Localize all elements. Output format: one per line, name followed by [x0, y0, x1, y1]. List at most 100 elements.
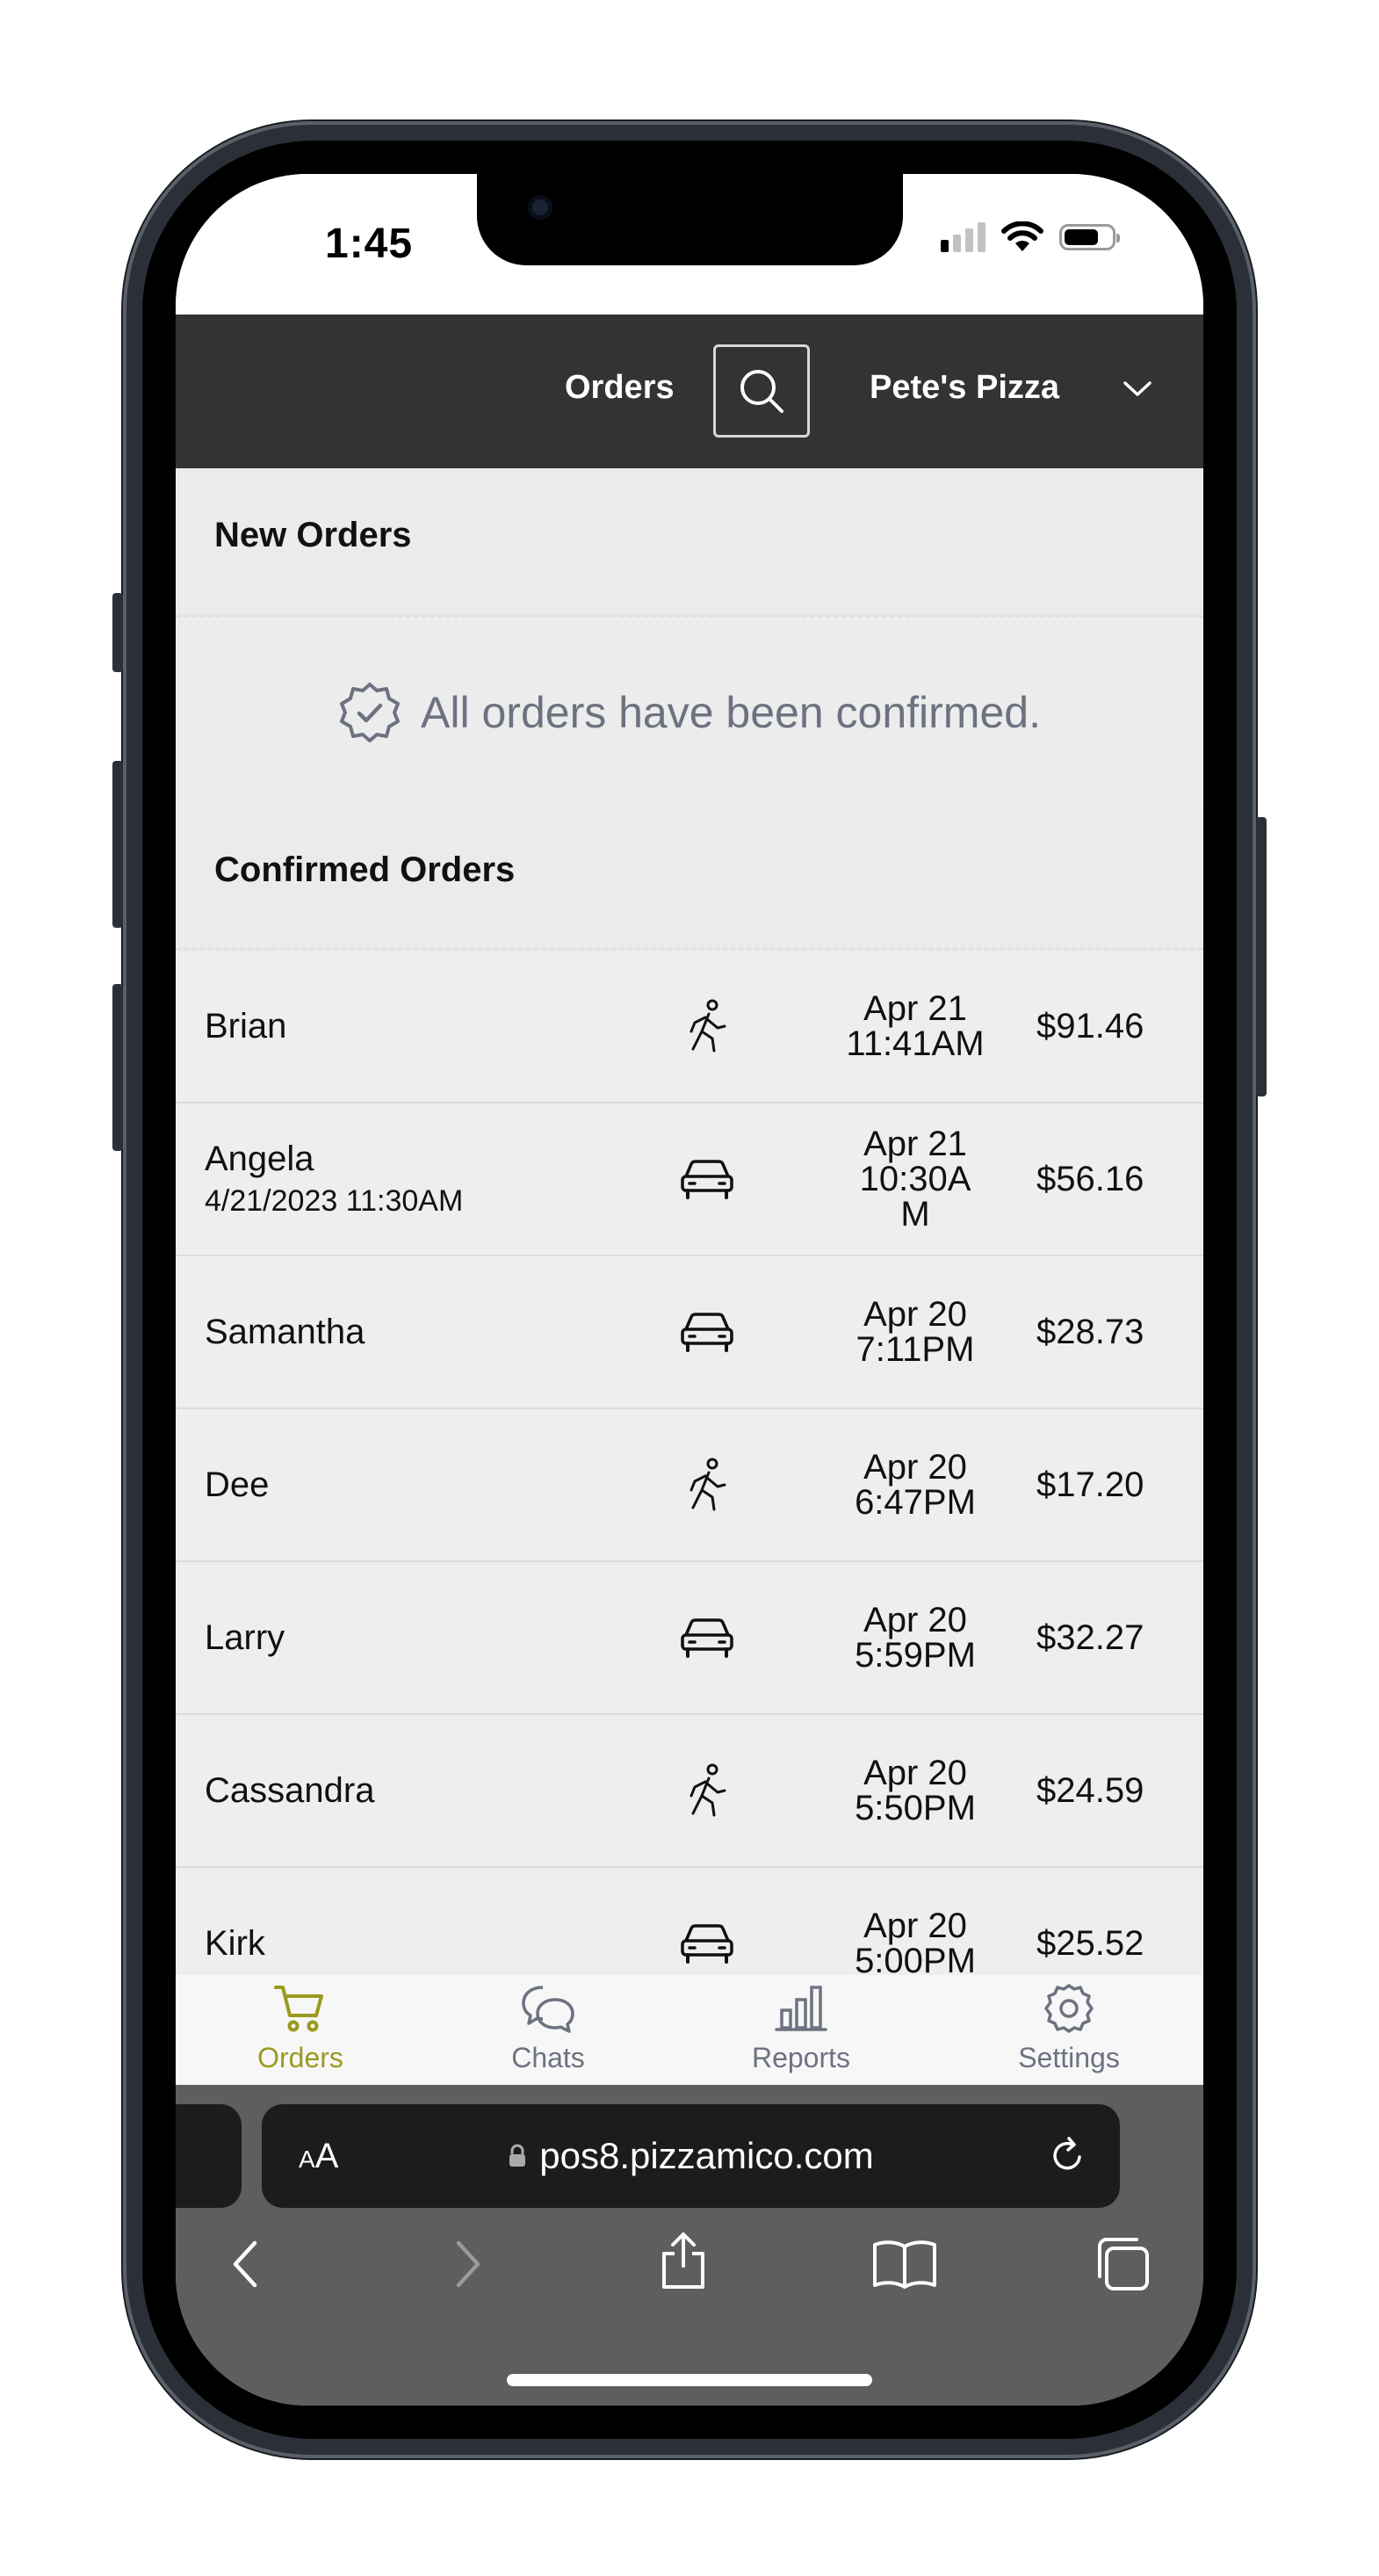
order-total: $91.46 — [1036, 1006, 1144, 1046]
bar-chart-icon — [775, 1986, 827, 2031]
new-orders-empty-state: All orders have been confirmed. — [176, 618, 1203, 807]
order-datetime: Apr 20 5:59PM — [836, 1562, 994, 1713]
order-customer: Angela 4/21/2023 11:30AM — [205, 1103, 463, 1255]
order-type — [672, 951, 742, 1102]
order-time: 6:47PM — [855, 1483, 976, 1522]
confirmed-orders-header: Confirmed Orders — [176, 807, 1203, 951]
cellular-signal-icon — [941, 222, 986, 252]
order-datetime: Apr 21 11:41AM — [836, 951, 994, 1102]
order-customer: Larry — [205, 1562, 285, 1713]
order-date: Apr 20 — [863, 1448, 967, 1487]
lock-icon — [509, 2144, 526, 2167]
car-icon — [681, 1618, 733, 1658]
order-datetime: Apr 20 5:50PM — [836, 1715, 994, 1866]
order-time: 5:59PM — [855, 1636, 976, 1675]
order-time: 10:30AM — [859, 1160, 971, 1234]
customer-name: Angela — [205, 1140, 314, 1178]
customer-name: Dee — [205, 1465, 270, 1504]
car-icon — [681, 1160, 733, 1199]
tab-chats[interactable]: Chats — [460, 1982, 636, 2074]
search-button[interactable] — [713, 344, 810, 438]
order-total: $56.16 — [1036, 1159, 1144, 1198]
order-type — [672, 1409, 742, 1560]
empty-state-message: All orders have been confirmed. — [421, 687, 1041, 737]
bottom-tab-bar: Orders Chats Reports Settings — [176, 1975, 1203, 2085]
order-type — [672, 1562, 742, 1713]
page-title: Orders — [565, 369, 675, 406]
order-total: $32.27 — [1036, 1617, 1144, 1657]
chevron-down-icon[interactable] — [1123, 378, 1152, 399]
tab-settings[interactable]: Settings — [981, 1982, 1157, 2074]
order-row[interactable]: Dee Apr 20 6:47PM $17.20 — [176, 1409, 1203, 1562]
customer-name: Brian — [205, 1006, 287, 1046]
forward-icon[interactable] — [450, 2236, 485, 2292]
new-orders-header: New Orders — [176, 468, 1203, 618]
confirmed-orders-title: Confirmed Orders — [214, 850, 516, 889]
url-display: pos8.pizzamico.com — [262, 2135, 1120, 2177]
order-row[interactable]: Cassandra Apr 20 5:50PM $24.59 — [176, 1715, 1203, 1868]
wifi-icon — [1001, 221, 1043, 251]
order-time: 5:50PM — [855, 1789, 976, 1827]
cart-icon — [274, 1986, 323, 2032]
order-type — [672, 1103, 742, 1255]
tab-reports[interactable]: Reports — [713, 1982, 889, 2074]
dynamic-island — [477, 174, 903, 265]
previous-tab-preview[interactable] — [176, 2104, 242, 2208]
chat-bubbles-icon — [522, 1986, 574, 2033]
order-customer: Cassandra — [205, 1715, 374, 1866]
gear-icon — [1044, 1984, 1094, 2033]
tab-label: Settings — [1018, 2042, 1120, 2073]
car-icon — [681, 1313, 733, 1352]
order-date: Apr 20 — [863, 1907, 967, 1945]
app-header: Orders Pete's Pizza — [176, 315, 1203, 468]
order-row[interactable]: Samantha Apr 20 7:11PM $28.73 — [176, 1256, 1203, 1409]
customer-name: Larry — [205, 1617, 285, 1657]
order-row[interactable]: Brian Apr 21 11:41AM $91.46 — [176, 951, 1203, 1103]
power-button — [1256, 817, 1267, 1096]
battery-icon — [1059, 224, 1120, 250]
order-datetime: Apr 20 7:11PM — [836, 1256, 994, 1407]
url-text: pos8.pizzamico.com — [539, 2135, 874, 2176]
reload-icon[interactable] — [1046, 2134, 1088, 2176]
bookmarks-icon[interactable] — [870, 2236, 940, 2292]
customer-name: Samantha — [205, 1312, 365, 1351]
order-time: 7:11PM — [856, 1330, 975, 1369]
customer-name: Kirk — [205, 1923, 265, 1963]
home-indicator — [507, 2374, 872, 2386]
status-time: 1:45 — [325, 221, 414, 267]
back-icon[interactable] — [228, 2236, 264, 2292]
status-bar: 1:45 — [176, 174, 1203, 315]
search-icon — [740, 370, 783, 413]
order-date: Apr 20 — [863, 1754, 967, 1792]
confirmed-orders-list: Brian Apr 21 11:41AM $91.46 Angela 4/21/2… — [176, 951, 1203, 2021]
order-datetime: Apr 21 10:30AM — [836, 1103, 994, 1255]
order-date: Apr 20 — [863, 1601, 967, 1639]
tabs-icon[interactable] — [1093, 2234, 1152, 2294]
address-bar[interactable]: AA pos8.pizzamico.com — [262, 2104, 1120, 2208]
order-date: Apr 20 — [863, 1295, 967, 1334]
tab-orders[interactable]: Orders — [213, 1982, 388, 2074]
share-icon[interactable] — [655, 2229, 711, 2292]
order-type — [672, 1715, 742, 1866]
order-datetime: Apr 20 6:47PM — [836, 1409, 994, 1560]
store-selector[interactable]: Pete's Pizza — [870, 369, 1059, 407]
order-time: 11:41AM — [846, 1024, 985, 1063]
screen: 1:45 Orders Pete's Pizza New Orders All … — [176, 174, 1203, 2406]
order-row[interactable]: Larry Apr 20 5:59PM $32.27 — [176, 1562, 1203, 1715]
car-icon — [681, 1924, 733, 1964]
order-customer: Brian — [205, 951, 286, 1102]
order-date: Apr 21 — [863, 1125, 967, 1163]
walking-person-icon — [690, 1458, 726, 1511]
new-orders-title: New Orders — [214, 516, 412, 554]
browser-chrome: AA pos8.pizzamico.com — [176, 2085, 1203, 2406]
order-type — [672, 1256, 742, 1407]
order-total: $24.59 — [1036, 1770, 1144, 1810]
customer-name: Cassandra — [205, 1770, 375, 1810]
order-customer: Samantha — [205, 1256, 365, 1407]
status-icons — [941, 221, 1120, 253]
order-date: Apr 21 — [863, 989, 967, 1028]
order-row[interactable]: Angela 4/21/2023 11:30AM Apr 21 10:30AM $… — [176, 1103, 1203, 1256]
order-customer: Dee — [205, 1409, 269, 1560]
volume-up-button — [112, 761, 123, 928]
tab-label: Reports — [751, 2042, 851, 2073]
